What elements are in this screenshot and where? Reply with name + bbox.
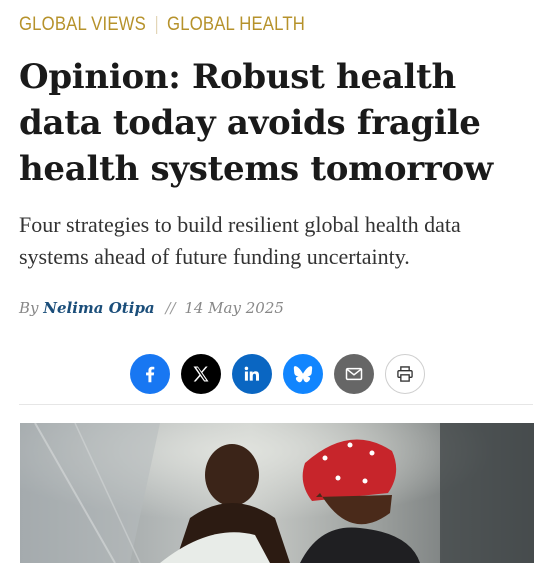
bluesky-icon bbox=[293, 366, 313, 383]
article-subhead: Four strategies to build resilient globa… bbox=[19, 212, 461, 269]
hero-photo bbox=[20, 423, 534, 563]
print-icon bbox=[397, 366, 413, 382]
author-link[interactable]: Nelima Otipa bbox=[43, 299, 154, 317]
topic-breadcrumb: Global Views Global Health bbox=[19, 14, 305, 36]
byline: By Nelima Otipa // 14 May 2025 bbox=[19, 299, 284, 317]
linkedin-icon bbox=[244, 366, 259, 381]
share-facebook-button[interactable] bbox=[130, 354, 170, 394]
date-separator: // bbox=[165, 299, 176, 317]
share-x-button[interactable] bbox=[181, 354, 221, 394]
x-icon bbox=[193, 366, 209, 382]
share-bluesky-button[interactable] bbox=[283, 354, 323, 394]
print-button[interactable] bbox=[385, 354, 425, 394]
facebook-icon bbox=[146, 366, 155, 383]
byline-prefix: By bbox=[19, 299, 39, 317]
share-linkedin-button[interactable] bbox=[232, 354, 272, 394]
topic-link-global-views[interactable]: Global Views bbox=[19, 14, 146, 36]
share-bar bbox=[130, 354, 425, 394]
topic-separator bbox=[156, 16, 158, 34]
email-icon bbox=[345, 367, 363, 381]
share-email-button[interactable] bbox=[334, 354, 374, 394]
topic-link-global-health[interactable]: Global Health bbox=[167, 14, 305, 36]
publish-date: 14 May 2025 bbox=[184, 299, 284, 317]
article-page: Global Views Global Health Opinion: Robu… bbox=[0, 0, 543, 563]
article-hero-image bbox=[20, 423, 534, 563]
share-divider bbox=[19, 404, 533, 405]
article-headline: Opinion: Robust health data today avoids… bbox=[19, 57, 493, 189]
